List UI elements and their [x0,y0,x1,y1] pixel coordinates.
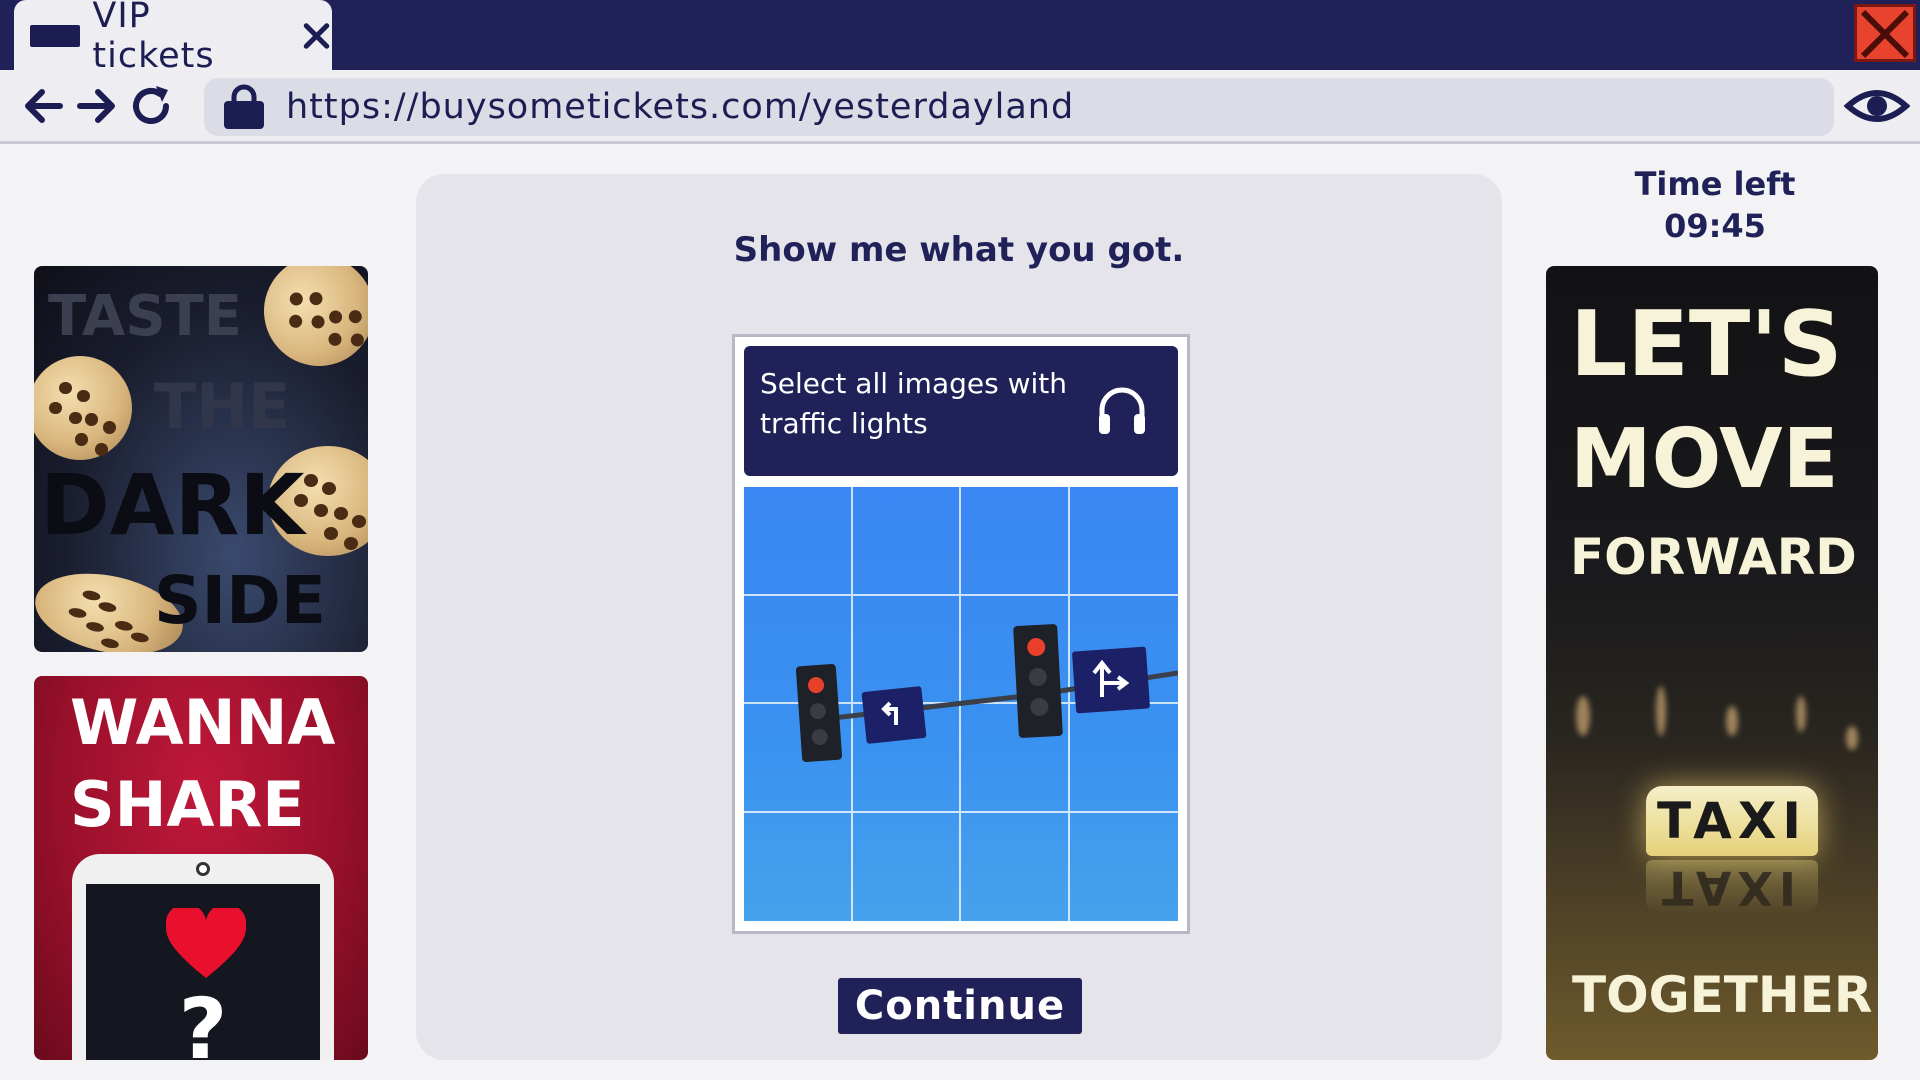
tab-title: VIP tickets [92,0,215,76]
captcha-tile[interactable] [852,704,961,813]
ad-text-line: TOGETHER [1572,966,1873,1024]
light-blur [1726,706,1738,736]
captcha-tile[interactable] [744,812,853,921]
phone-image: ? [72,854,334,1060]
captcha-tile[interactable] [1069,704,1178,813]
ad-text-line: TASTE [48,284,242,349]
light-blur [1656,686,1666,736]
window-close-button[interactable] [1854,4,1916,62]
captcha-tile[interactable] [961,487,1070,596]
taxi-sign-image: TAXI [1646,786,1818,856]
url-field[interactable]: https://buysometickets.com/yesterdayland [204,78,1834,136]
browser-tab[interactable]: VIP tickets [14,0,332,76]
taxi-sign-reflection: TAXI [1646,860,1818,916]
title-bar: VIP tickets [0,0,1920,76]
ad-text-line: SIDE [154,562,326,639]
ad-share-banner[interactable]: WANNA SHARE ? [34,676,368,1060]
address-bar: https://buysometickets.com/yesterdayland [0,70,1920,144]
prompt-text: Show me what you got. [733,230,1185,270]
captcha-image-grid [744,487,1178,921]
timer-value: 09:45 [1664,207,1766,245]
cookie-image [245,266,368,385]
ad-text-line: WANNA [70,686,336,759]
phone-screen: ? [86,884,320,1060]
captcha-tile[interactable] [744,487,853,596]
continue-button[interactable]: Continue [838,978,1082,1034]
captcha-tile[interactable] [961,812,1070,921]
url-text: https://buysometickets.com/yesterdayland [286,87,1075,127]
heart-icon [166,908,246,978]
main-panel: Show me what you got. Select all images … [416,174,1502,1060]
headphones-icon[interactable] [1096,384,1148,436]
eye-icon[interactable] [1844,86,1910,126]
captcha-tile[interactable] [852,595,961,704]
captcha-header: Select all images with traffic lights [744,346,1178,476]
captcha-tile[interactable] [853,812,961,921]
captcha-tile[interactable] [744,704,853,813]
ad-text-line: DARK [40,456,305,554]
back-arrow-icon[interactable] [20,80,68,132]
lock-icon [224,84,264,129]
captcha-tile[interactable] [1069,596,1178,704]
captcha-tile[interactable] [961,704,1070,813]
captcha-widget: Select all images with traffic lights [732,334,1190,934]
ad-taxi-banner[interactable]: LET'S MOVE FORWARD TAXI TAXI TOGETHER [1546,266,1878,1060]
timer-label: Time left [1634,165,1796,203]
camera-icon [196,862,210,876]
taxi-sign-reflection-text: TAXI [1662,861,1802,915]
forward-arrow-icon[interactable] [72,80,120,132]
light-blur [1846,726,1858,750]
countdown-timer: Time left 09:45 [1560,162,1870,246]
cookie-image [34,356,132,460]
captcha-tile[interactable] [961,595,1070,704]
reload-icon[interactable] [128,80,176,132]
ad-text-line: THE [154,370,291,443]
captcha-tile[interactable] [1069,487,1178,596]
light-blur [1796,696,1806,732]
tab-favicon-icon [30,25,81,47]
ad-cookies-banner[interactable]: TASTE THE DARK SIDE [34,266,368,652]
captcha-tile[interactable] [1070,813,1179,922]
question-mark: ? [178,980,228,1060]
ad-text-line: SHARE [70,768,305,841]
light-blur [1576,696,1590,736]
captcha-tile[interactable] [744,595,853,704]
captcha-tile[interactable] [852,487,961,596]
taxi-sign-text: TAXI [1656,792,1808,850]
ad-text-line: MOVE [1570,412,1839,507]
captcha-instruction: Select all images with traffic lights [760,367,1068,440]
ad-text-line: LET'S [1570,292,1843,397]
ad-text-line: FORWARD [1570,528,1857,586]
tab-close-icon[interactable] [299,19,332,53]
